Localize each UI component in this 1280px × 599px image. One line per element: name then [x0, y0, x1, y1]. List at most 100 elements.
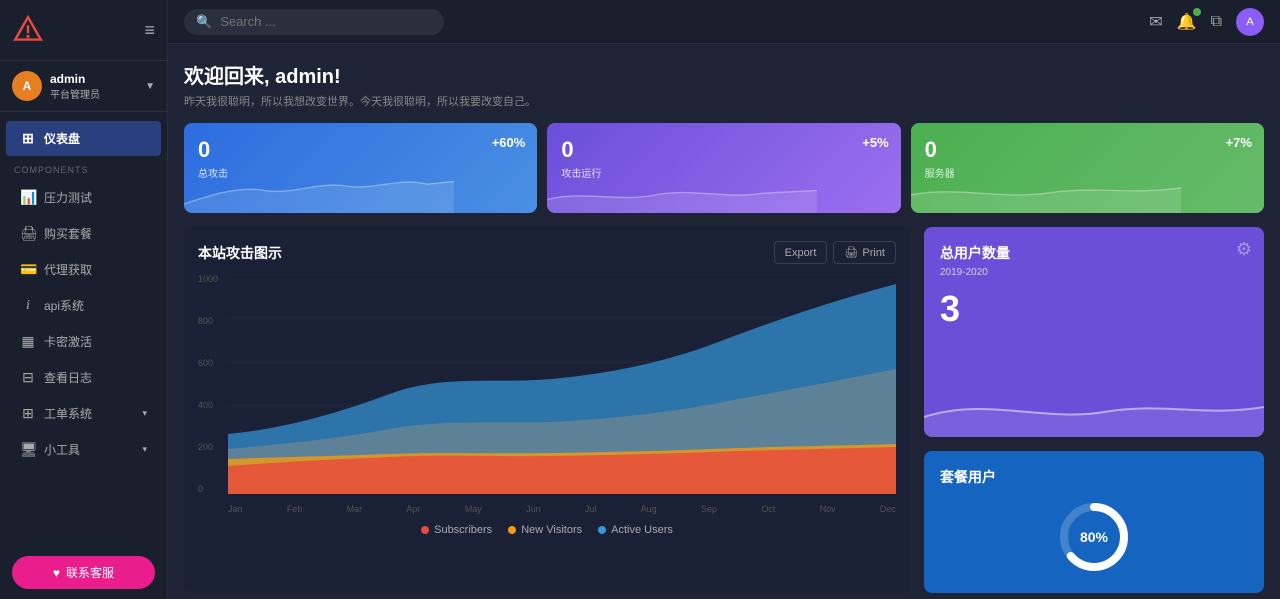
bell-icon[interactable]: 🔔 — [1177, 12, 1197, 32]
donut-label: 80% — [1080, 529, 1108, 545]
logs-icon: ⊟ — [20, 369, 36, 386]
user-role: 平台管理员 — [50, 86, 137, 101]
notification-badge — [1193, 8, 1201, 16]
stat-card-attacks-running: 0 攻击运行 +5% — [547, 123, 900, 213]
packages-icon: 🖨 — [20, 225, 36, 242]
main-area: 🔍 ✉ 🔔 ⧉ A 欢迎回来, admin! 昨天我很聪明，所以我想改变世界。今… — [168, 0, 1280, 599]
search-box[interactable]: 🔍 — [184, 9, 444, 35]
stats-row: 0 总攻击 +60% 0 攻击运行 +5% 0 服务器 — [184, 123, 1264, 213]
sidebar-item-label: 代理获取 — [44, 261, 92, 278]
y-axis-labels: 1000 800 600 400 200 0 — [198, 274, 218, 494]
sidebar-item-label: 卡密激活 — [44, 333, 92, 350]
stat-wave-chart — [184, 168, 454, 213]
sidebar-item-label: api系统 — [44, 297, 84, 314]
sidebar-item-packages[interactable]: 🖨 购买套餐 — [6, 216, 161, 251]
chart-actions: Export 🖨 Print — [774, 241, 896, 264]
header-avatar[interactable]: A — [1236, 8, 1264, 36]
content-row: 本站攻击图示 Export 🖨 Print 1000 800 600 — [184, 227, 1264, 593]
card-icon: ▦ — [20, 333, 36, 350]
stat-number: 0 — [925, 137, 1250, 163]
area-chart-svg — [228, 274, 896, 494]
tools-icon: 🖥 — [20, 441, 36, 458]
right-panel: 总用户数量 2019-2020 3 ⚙ 套餐用户 — [924, 227, 1264, 593]
sidebar-item-logs[interactable]: ⊟ 查看日志 — [6, 360, 161, 395]
plan-card: 套餐用户 80% — [924, 451, 1264, 593]
sidebar: ≡ A admin 平台管理员 ▼ ⊞ 仪表盘 COMPONENTS 📊 压力测… — [0, 0, 168, 599]
user-arrow-icon: ▼ — [145, 81, 155, 92]
mail-icon[interactable]: ✉ — [1149, 12, 1162, 32]
user-count-wave — [924, 357, 1264, 437]
user-name: admin — [50, 72, 137, 86]
menu-icon[interactable]: ≡ — [144, 20, 155, 41]
user-count-title: 总用户数量 — [940, 243, 1248, 263]
sidebar-item-label: 仪表盘 — [44, 130, 80, 147]
legend-subscribers: Subscribers — [421, 524, 492, 536]
stat-change: +7% — [1226, 135, 1252, 150]
content-area: 欢迎回来, admin! 昨天我很聪明，所以我想改变世界。今天我很聪明，所以我要… — [168, 44, 1280, 599]
stat-number: 0 — [198, 137, 523, 163]
search-input[interactable] — [220, 14, 432, 29]
sidebar-item-api[interactable]: i api系统 — [6, 288, 161, 323]
chevron-down-icon: ▾ — [142, 444, 147, 455]
sidebar-item-label: 查看日志 — [44, 369, 92, 386]
legend-dot-subscribers — [421, 526, 429, 534]
x-axis-labels: Jan Feb Mar Apr May Jun Jul Aug Sep Oct … — [228, 504, 896, 514]
page-title: 欢迎回来, admin! — [184, 60, 1264, 89]
stat-change: +60% — [492, 135, 526, 150]
sidebar-nav: ⊞ 仪表盘 COMPONENTS 📊 压力测试 🖨 购买套餐 💳 代理获取 i … — [0, 112, 167, 546]
page-subtitle: 昨天我很聪明，所以我想改变世界。今天我很聪明，所以我要改变自己。 — [184, 93, 1264, 109]
legend-dot-new-visitors — [508, 526, 516, 534]
plan-card-content: 80% — [940, 497, 1248, 577]
sidebar-item-card[interactable]: ▦ 卡密激活 — [6, 324, 161, 359]
sidebar-item-tools[interactable]: 🖥 小工具 ▾ — [6, 432, 161, 467]
tickets-icon: ⊞ — [20, 405, 36, 422]
heart-icon: ♥ — [53, 566, 60, 580]
user-count-number: 3 — [940, 288, 1248, 330]
sidebar-item-tickets[interactable]: ⊞ 工单系统 ▾ — [6, 396, 161, 431]
contact-button[interactable]: ♥ 联系客服 — [12, 556, 155, 589]
components-label: COMPONENTS — [0, 157, 167, 179]
sidebar-item-label: 工单系统 — [44, 405, 92, 422]
sidebar-item-proxy[interactable]: 💳 代理获取 — [6, 252, 161, 287]
stat-card-total-attacks: 0 总攻击 +60% — [184, 123, 537, 213]
donut-chart: 80% — [1054, 497, 1134, 577]
header: 🔍 ✉ 🔔 ⧉ A — [168, 0, 1280, 44]
chevron-down-icon: ▾ — [142, 408, 147, 419]
area-chart: 1000 800 600 400 200 0 — [198, 274, 896, 514]
logo-icon — [12, 14, 44, 46]
api-icon: i — [20, 298, 36, 314]
sidebar-item-stress[interactable]: 📊 压力测试 — [6, 180, 161, 215]
stat-wave-chart — [547, 168, 817, 213]
user-count-card: 总用户数量 2019-2020 3 ⚙ — [924, 227, 1264, 437]
sidebar-logo: ≡ — [0, 0, 167, 61]
export-button[interactable]: Export — [774, 241, 828, 264]
plan-card-title: 套餐用户 — [940, 467, 996, 487]
print-button[interactable]: 🖨 Print — [833, 241, 896, 264]
chart-legend: Subscribers New Visitors Active Users — [198, 524, 896, 536]
chart-svg-container — [228, 274, 896, 494]
legend-dot-active-users — [598, 526, 606, 534]
sidebar-item-dashboard[interactable]: ⊞ 仪表盘 — [6, 121, 161, 156]
chart-title: 本站攻击图示 — [198, 243, 282, 263]
stat-card-servers: 0 服务器 +7% — [911, 123, 1264, 213]
user-info: admin 平台管理员 — [50, 72, 137, 101]
avatar: A — [12, 71, 42, 101]
layers-icon[interactable]: ⧉ — [1211, 13, 1222, 31]
sidebar-item-label: 购买套餐 — [44, 225, 92, 242]
user-count-subtitle: 2019-2020 — [940, 267, 1248, 278]
proxy-icon: 💳 — [20, 261, 36, 278]
chart-header: 本站攻击图示 Export 🖨 Print — [198, 241, 896, 264]
chart-panel: 本站攻击图示 Export 🖨 Print 1000 800 600 — [184, 227, 910, 593]
search-icon: 🔍 — [196, 14, 212, 30]
legend-active-users: Active Users — [598, 524, 673, 536]
sidebar-user: A admin 平台管理员 ▼ — [0, 61, 167, 112]
legend-new-visitors: New Visitors — [508, 524, 582, 536]
stat-number: 0 — [561, 137, 886, 163]
stat-change: +5% — [862, 135, 888, 150]
stat-wave-chart — [911, 168, 1181, 213]
dashboard-icon: ⊞ — [20, 130, 36, 147]
header-icons: ✉ 🔔 ⧉ A — [1149, 8, 1264, 36]
gear-icon[interactable]: ⚙ — [1236, 239, 1252, 260]
print-icon: 🖨 — [844, 246, 858, 259]
stress-icon: 📊 — [20, 189, 36, 206]
